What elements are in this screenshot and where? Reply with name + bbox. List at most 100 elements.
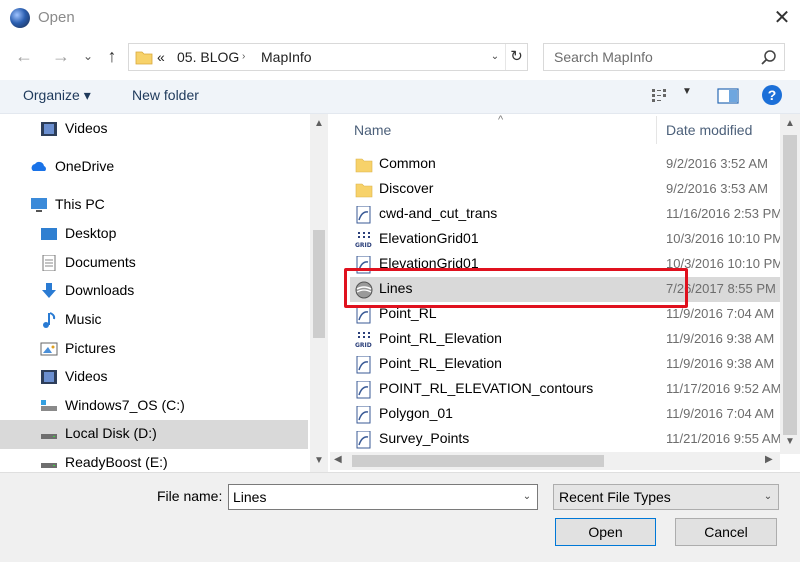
sidebar-item-label: Windows7_OS (C:) (65, 397, 185, 413)
sidebar-item-label: Videos (65, 368, 108, 384)
sidebar-item-videos[interactable]: Videos (0, 115, 308, 144)
downloads-icon (42, 283, 56, 298)
file-name-input[interactable]: Lines (233, 485, 266, 509)
sort-ascending-icon: ^ (498, 114, 504, 126)
annotation-highlight-box (344, 268, 688, 308)
file-row[interactable]: Survey_Points 11/21/2016 9:55 AM (350, 427, 781, 452)
documents-icon (42, 255, 56, 271)
file-date: 9/2/2016 3:52 AM (666, 156, 768, 171)
mapinfo-file-icon (356, 206, 371, 224)
mapinfo-file-icon (356, 306, 371, 324)
sidebar-item-label: Downloads (65, 282, 135, 298)
folder-icon (355, 183, 373, 198)
file-row[interactable]: GRID ElevationGrid01 10/3/2016 10:10 PM (350, 227, 783, 252)
file-type-select[interactable]: Recent File Types ⌄ (553, 484, 779, 510)
scroll-down-icon[interactable]: ▼ (781, 436, 799, 447)
file-name: cwd-and_cut_trans (379, 205, 498, 221)
sidebar-item-label: This PC (55, 196, 105, 212)
file-date: 11/17/2016 9:52 AM (666, 381, 782, 396)
navigation-pane: Videos OneDrive This PC Desktop Document… (0, 114, 328, 472)
refresh-icon[interactable]: ↻ (505, 44, 527, 70)
file-date: 11/9/2016 9:38 AM (666, 331, 775, 346)
sidebar-item-onedrive[interactable]: OneDrive (0, 153, 308, 182)
file-list: ^ Name Date modified Common 9/2/2016 3:5… (330, 114, 800, 472)
sidebar-item-this-pc[interactable]: This PC (0, 191, 308, 220)
sidebar-item-local-disk-d[interactable]: Local Disk (D:) (0, 420, 308, 449)
file-name: Survey_Points (379, 430, 470, 446)
scroll-right-icon[interactable]: ▶ (765, 454, 773, 465)
pictures-icon (40, 342, 58, 356)
computer-icon (31, 198, 47, 212)
file-row[interactable]: Point_RL_Elevation 11/9/2016 9:38 AM (350, 352, 780, 377)
sidebar-item-downloads[interactable]: Downloads (0, 277, 308, 306)
file-list-scroll-thumb[interactable] (783, 135, 797, 435)
scroll-up-icon[interactable]: ▲ (310, 118, 328, 129)
file-row[interactable]: Discover 9/2/2016 3:53 AM (350, 177, 780, 202)
sidebar-item-music[interactable]: Music (0, 306, 308, 335)
column-header-date-modified[interactable]: Date modified (666, 122, 752, 138)
view-dropdown-icon[interactable]: ▼ (682, 86, 692, 97)
back-button[interactable]: ← (12, 44, 36, 68)
mapinfo-file-icon (356, 381, 371, 399)
svg-text:GRID: GRID (355, 242, 372, 249)
file-row[interactable]: POINT_RL_ELEVATION_contours 11/17/2016 9… (350, 377, 782, 402)
search-icon[interactable] (760, 49, 778, 67)
breadcrumb-item[interactable]: MapInfo (261, 44, 312, 70)
horizontal-scroll-thumb[interactable] (352, 455, 604, 467)
videos-icon (41, 370, 57, 384)
file-name: ElevationGrid01 (379, 230, 479, 246)
search-box[interactable]: Search MapInfo (543, 43, 785, 71)
address-bar[interactable]: « 05. BLOG › MapInfo ⌄ ↻ (128, 43, 528, 71)
forward-button[interactable]: → (49, 44, 73, 68)
new-folder-button[interactable]: New folder (132, 87, 199, 103)
sidebar-item-documents[interactable]: Documents (0, 249, 308, 278)
breadcrumb-overflow[interactable]: « (157, 44, 165, 70)
file-type-value: Recent File Types (559, 489, 671, 505)
desktop-icon (41, 228, 57, 240)
sidebar-item-pictures[interactable]: Pictures (0, 335, 308, 364)
view-options-icon[interactable] (651, 88, 671, 104)
scroll-left-icon[interactable]: ◀ (334, 454, 342, 465)
search-input[interactable]: Search MapInfo (554, 44, 653, 70)
file-name: Common (379, 155, 436, 171)
organize-button[interactable]: Organize ▾ (23, 87, 91, 104)
sidebar-item-label: Pictures (65, 340, 116, 356)
file-date: 11/9/2016 9:38 AM (666, 356, 775, 371)
file-row[interactable]: Polygon_01 11/9/2016 7:04 AM (350, 402, 780, 427)
file-name: Point_RL_Elevation (379, 355, 502, 371)
open-button[interactable]: Open (555, 518, 656, 546)
window-title: Open (38, 9, 75, 26)
music-icon (43, 312, 56, 328)
close-icon[interactable]: ✕ (770, 6, 794, 30)
scroll-up-icon[interactable]: ▲ (781, 118, 799, 129)
up-button[interactable]: ↑ (100, 44, 124, 68)
recent-locations-button[interactable]: ⌄ (80, 44, 96, 68)
file-row[interactable]: Common 9/2/2016 3:52 AM (350, 152, 780, 177)
file-name: POINT_RL_ELEVATION_contours (379, 380, 594, 396)
sidebar-item-label: Documents (65, 254, 136, 270)
navigation-scroll-thumb[interactable] (313, 230, 325, 338)
column-header-name[interactable]: Name (354, 122, 391, 138)
grid-file-icon: GRID (355, 332, 372, 349)
file-row[interactable]: cwd-and_cut_trans 11/16/2016 2:53 PM (350, 202, 782, 227)
address-dropdown-icon[interactable]: ⌄ (485, 44, 505, 70)
help-icon[interactable]: ? (762, 85, 782, 105)
breadcrumb-chevron-icon[interactable]: › (242, 44, 245, 70)
sidebar-item-label: Local Disk (D:) (65, 425, 157, 441)
sidebar-item-label: OneDrive (55, 158, 115, 174)
title-bar: Open ✕ (0, 0, 800, 38)
sidebar-item-windows7-os[interactable]: Windows7_OS (C:) (0, 392, 308, 421)
scroll-down-icon[interactable]: ▼ (310, 455, 328, 466)
file-name-field[interactable]: Lines ⌄ (228, 484, 538, 510)
file-row[interactable]: GRID Point_RL_Elevation 11/9/2016 9:38 A… (350, 327, 780, 352)
drive-icon (41, 434, 57, 439)
column-divider[interactable] (656, 116, 657, 144)
cancel-button[interactable]: Cancel (675, 518, 777, 546)
chevron-down-icon[interactable]: ⌄ (517, 485, 537, 509)
preview-pane-icon[interactable] (717, 88, 739, 104)
sidebar-item-videos[interactable]: Videos (0, 363, 308, 392)
chevron-down-icon[interactable]: ⌄ (758, 485, 778, 509)
sidebar-item-desktop[interactable]: Desktop (0, 220, 308, 249)
file-date: 9/2/2016 3:53 AM (666, 181, 768, 196)
breadcrumb-item[interactable]: 05. BLOG (177, 44, 239, 70)
